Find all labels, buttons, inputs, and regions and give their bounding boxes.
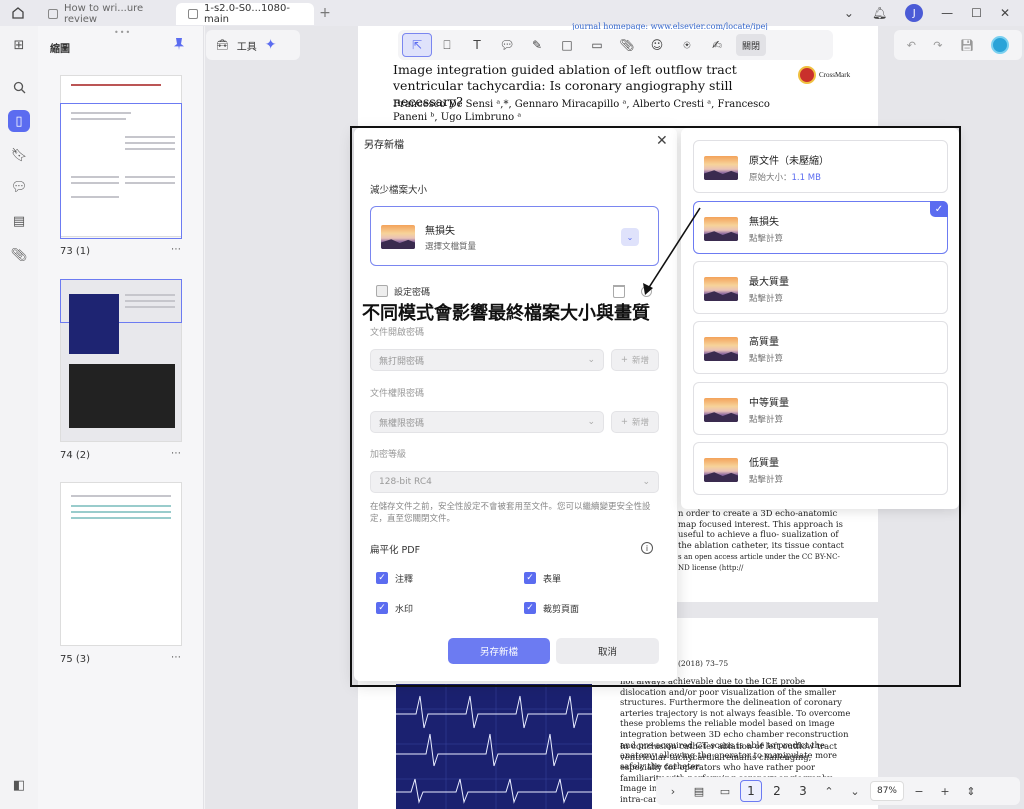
reading-mode-icon[interactable]: ▤ — [688, 780, 710, 802]
chevron-right-icon[interactable]: › — [662, 780, 684, 802]
bottom-navigation-bar: › ▤ ▭ 1 2 3 ⌃ ⌄ 87% − + ⇕ — [656, 777, 1020, 805]
zoom-in-icon[interactable]: + — [934, 780, 956, 802]
presentation-icon[interactable]: ▭ — [714, 780, 736, 802]
zoom-out-icon[interactable]: − — [908, 780, 930, 802]
annotation-arrow — [643, 207, 701, 295]
page-button-1[interactable]: 1 — [740, 780, 762, 802]
page-button-3[interactable]: 3 — [792, 780, 814, 802]
chevron-down-icon[interactable]: ⌄ — [844, 780, 866, 802]
annotation-caption: 不同模式會影響最終檔案大小與畫質 — [362, 303, 650, 324]
chevron-up-icon[interactable]: ⌃ — [818, 780, 840, 802]
zoom-level[interactable]: 87% — [870, 781, 904, 801]
page-button-2[interactable]: 2 — [766, 780, 788, 802]
fit-width-icon[interactable]: ⇕ — [960, 780, 982, 802]
